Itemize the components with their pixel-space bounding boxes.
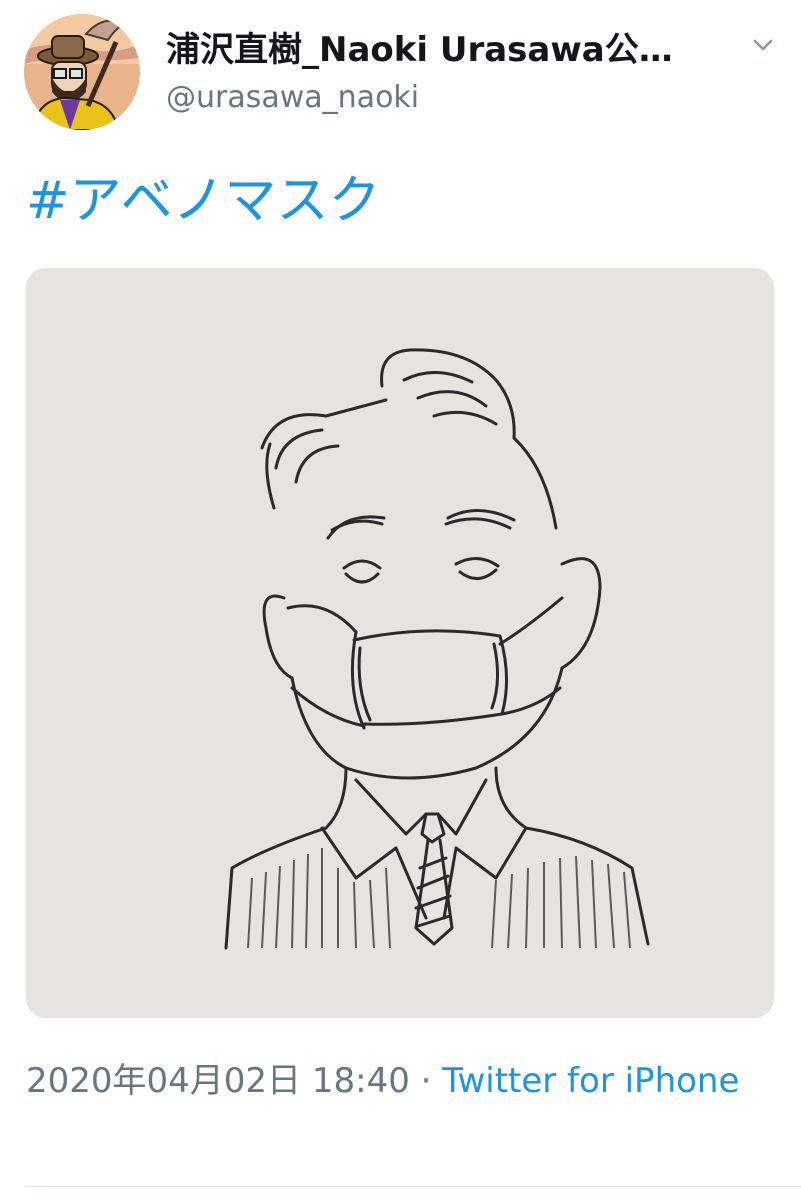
divider [24,1186,801,1187]
meta-separator: · [420,1061,432,1101]
tweet-meta: 2020年04月02日 18:40 · Twitter for iPhone [26,1052,766,1110]
user-handle[interactable]: @urasawa_naoki [166,80,419,115]
chevron-down-icon[interactable] [748,30,778,60]
source-link[interactable]: Twitter for iPhone [442,1061,739,1101]
tweet-image[interactable] [26,268,774,1018]
timestamp[interactable]: 2020年04月02日 18:40 [26,1061,410,1101]
tweet-header: 浦沢直樹_Naoki Urasawa公… @urasawa_naoki [0,0,801,140]
avatar[interactable] [24,14,140,130]
sketch-drawing [26,268,774,1018]
hashtag-link[interactable]: #アベノマスク [26,158,381,233]
display-name[interactable]: 浦沢直樹_Naoki Urasawa公… [166,22,673,71]
